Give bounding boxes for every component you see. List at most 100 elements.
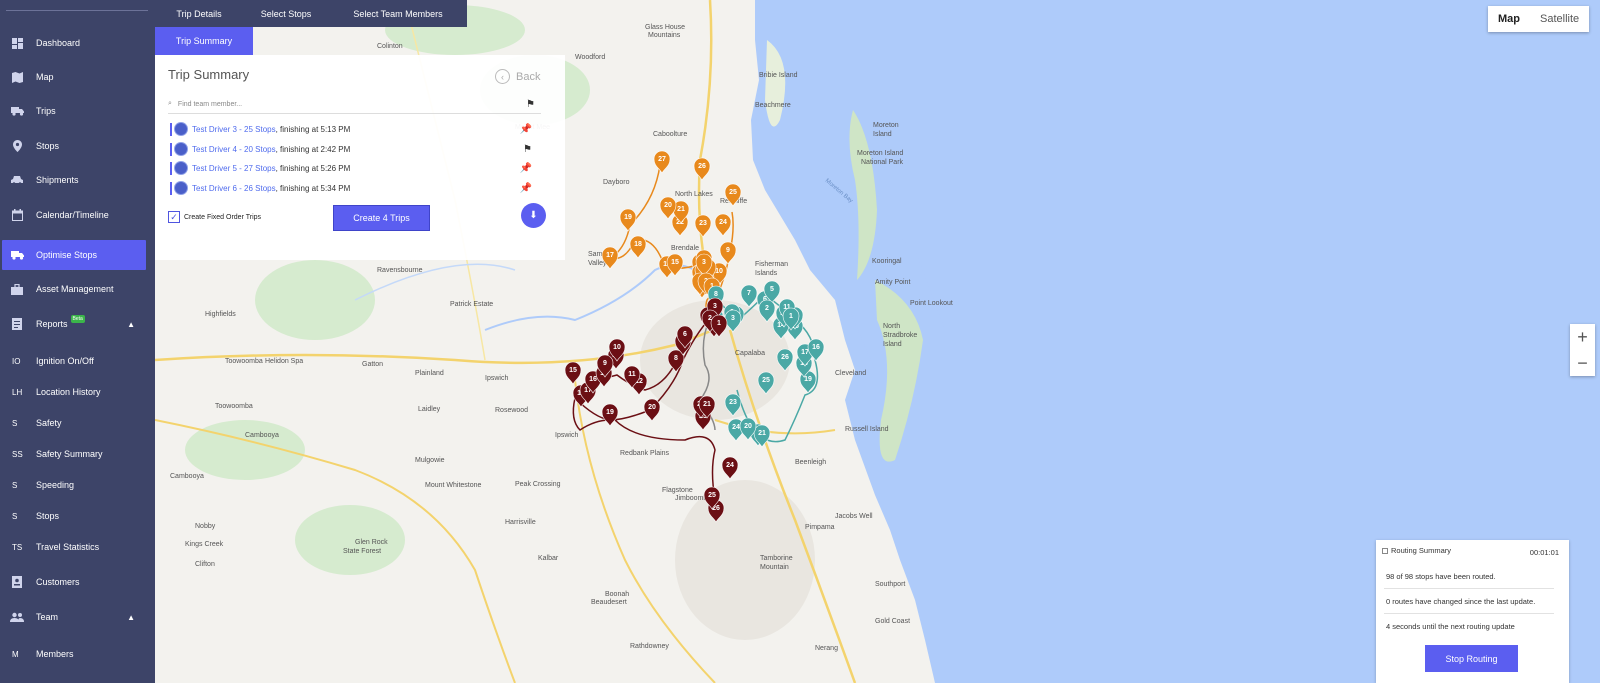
search-input[interactable]: Find team member... <box>178 101 242 108</box>
collapse-icon[interactable] <box>1382 547 1388 554</box>
fixed-order-label: Create Fixed Order Trips <box>184 213 262 221</box>
truck-icon <box>10 104 24 118</box>
routing-summary-title: Routing Summary <box>1391 546 1452 555</box>
driver-link[interactable]: Test Driver 6 - 26 Stops <box>192 184 276 193</box>
orange-route-stop-number: 27 <box>658 156 666 163</box>
driver-finish: , finishing at 5:13 PM <box>275 124 351 134</box>
sidebar-item-optimise-stops[interactable]: Optimise Stops <box>2 240 146 270</box>
svg-text:State Forest: State Forest <box>343 548 381 555</box>
team-item-members[interactable]: M Members <box>0 639 155 669</box>
driver-finish: , finishing at 5:34 PM <box>275 183 351 193</box>
chevron-up-icon: ▲ <box>127 612 135 622</box>
report-item-label: Ignition On/Off <box>36 356 94 366</box>
driver-color-bar <box>170 181 172 195</box>
driver-row[interactable]: Test Driver 3 - 25 Stops , finishing at … <box>170 120 542 138</box>
sidebar-item-map[interactable]: Map <box>0 62 155 92</box>
pin-icon[interactable]: 📌 <box>520 124 532 135</box>
sidebar-item-label: Optimise Stops <box>36 250 98 260</box>
checkmark-icon[interactable]: ✓ <box>168 211 180 223</box>
report-item-travel-statistics[interactable]: TS Travel Statistics <box>0 532 155 562</box>
report-item-speeding[interactable]: S Speeding <box>0 470 155 500</box>
orange-route-stop-number: 21 <box>677 206 685 213</box>
driver-color-bar <box>170 122 172 136</box>
teal-route-stop-number: 1 <box>789 313 793 320</box>
download-icon[interactable]: ⬇ <box>521 203 546 228</box>
fixed-order-checkbox[interactable]: ✓ Create Fixed Order Trips <box>168 211 261 223</box>
svg-text:Russell Island: Russell Island <box>845 426 889 433</box>
flag-icon[interactable]: ⚑ <box>523 144 532 155</box>
orange-route-stop-number: 19 <box>624 214 632 221</box>
sidebar-item-label: Map <box>36 72 54 82</box>
svg-text:Peak Crossing: Peak Crossing <box>515 481 561 488</box>
orange-route-stop-number: 17 <box>606 252 614 259</box>
report-item-location-history[interactable]: LH Location History <box>0 377 155 407</box>
sidebar-item-label: Team <box>36 612 59 622</box>
sidebar-item-customers[interactable]: Customers <box>0 567 155 597</box>
driver-link[interactable]: Test Driver 3 - 25 Stops <box>192 125 276 134</box>
svg-text:Glen Rock: Glen Rock <box>355 539 388 546</box>
maroon-route-stop-number: 11 <box>628 371 636 378</box>
report-item-stops[interactable]: S Stops <box>0 501 155 531</box>
sidebar-item-shipments[interactable]: Shipments <box>0 165 155 195</box>
sidebar-item-dashboard[interactable]: Dashboard <box>0 28 155 58</box>
map-type-satellite[interactable]: Satellite <box>1530 6 1589 32</box>
map-type-map[interactable]: Map <box>1488 6 1530 32</box>
driver-link[interactable]: Test Driver 5 - 27 Stops <box>192 164 276 173</box>
sidebar-item-label: Asset Management <box>36 284 114 294</box>
pin-icon[interactable]: 📌 <box>520 183 532 194</box>
team-search[interactable]: ⌕ Find team member... ⚑ <box>168 95 541 114</box>
maroon-route-stop-number: 16 <box>589 376 597 383</box>
tab-trip-summary[interactable]: Trip Summary <box>155 27 253 55</box>
chevron-left-icon: ‹ <box>495 69 510 84</box>
orange-route-stop-number: 20 <box>664 202 672 209</box>
back-button[interactable]: ‹ Back <box>495 69 540 84</box>
search-icon: ⌕ <box>168 100 172 107</box>
sidebar-item-stops[interactable]: Stops <box>0 131 155 161</box>
flag-icon[interactable]: ⚑ <box>526 99 535 110</box>
routing-timer: 00:01:01 <box>1529 548 1559 557</box>
report-item-label: Location History <box>36 387 101 397</box>
tab-select-stops[interactable]: Select Stops <box>243 0 329 27</box>
sidebar-item-asset-management[interactable]: Asset Management <box>0 274 155 304</box>
svg-text:Caboolture: Caboolture <box>653 131 687 138</box>
chevron-up-icon: ▲ <box>127 319 135 329</box>
sidebar-item-calendar[interactable]: Calendar/Timeline <box>0 200 155 230</box>
maroon-route-stop-number: 10 <box>613 344 621 351</box>
stop-routing-button[interactable]: Stop Routing <box>1425 645 1518 672</box>
pin-icon[interactable]: 📌 <box>520 163 532 174</box>
report-item-abbr: S <box>12 418 18 428</box>
orange-route-stop-number: 3 <box>702 259 706 266</box>
zoom-in-button[interactable]: + <box>1570 324 1595 350</box>
create-trips-button[interactable]: Create 4 Trips <box>333 205 430 231</box>
svg-text:Cambooya: Cambooya <box>170 473 204 480</box>
driver-finish: , finishing at 5:26 PM <box>275 163 351 173</box>
teal-route-stop-number: 25 <box>762 377 770 384</box>
svg-text:Helidon Spa: Helidon Spa <box>265 358 303 365</box>
report-item-safety[interactable]: S Safety <box>0 408 155 438</box>
sidebar-item-trips[interactable]: Trips <box>0 96 155 126</box>
maroon-route-stop-number: 25 <box>708 492 716 499</box>
zoom-out-button[interactable]: − <box>1570 350 1595 376</box>
report-item-safety-summary[interactable]: SS Safety Summary <box>0 439 155 469</box>
svg-text:Mount Whitestone: Mount Whitestone <box>425 482 482 489</box>
location-pin-icon <box>10 139 24 153</box>
svg-text:North: North <box>883 323 900 330</box>
tab-select-team-members[interactable]: Select Team Members <box>329 0 467 27</box>
svg-text:Kings Creek: Kings Creek <box>185 541 224 548</box>
svg-text:Moreton Island: Moreton Island <box>857 150 903 157</box>
report-item-ignition[interactable]: IO Ignition On/Off <box>0 346 155 376</box>
sidebar-item-reports[interactable]: Reports Beta ▲ <box>0 309 155 339</box>
svg-text:Cambooya: Cambooya <box>245 432 279 439</box>
sidebar-item-label: Trips <box>36 106 56 116</box>
sidebar-item-team[interactable]: Team ▲ <box>0 602 155 632</box>
driver-row[interactable]: Test Driver 5 - 27 Stops , finishing at … <box>170 159 542 177</box>
orange-route-stop-number: 15 <box>671 259 679 266</box>
driver-link[interactable]: Test Driver 4 - 20 Stops <box>192 145 276 154</box>
driver-row[interactable]: Test Driver 6 - 26 Stops , finishing at … <box>170 179 542 197</box>
tab-trip-details[interactable]: Trip Details <box>155 0 243 27</box>
report-item-label: Safety Summary <box>36 449 103 459</box>
svg-text:Stradbroke: Stradbroke <box>883 332 917 339</box>
driver-row[interactable]: Test Driver 4 - 20 Stops , finishing at … <box>170 140 542 158</box>
svg-text:Mountain: Mountain <box>760 564 789 571</box>
svg-text:Flagstone: Flagstone <box>662 487 693 494</box>
